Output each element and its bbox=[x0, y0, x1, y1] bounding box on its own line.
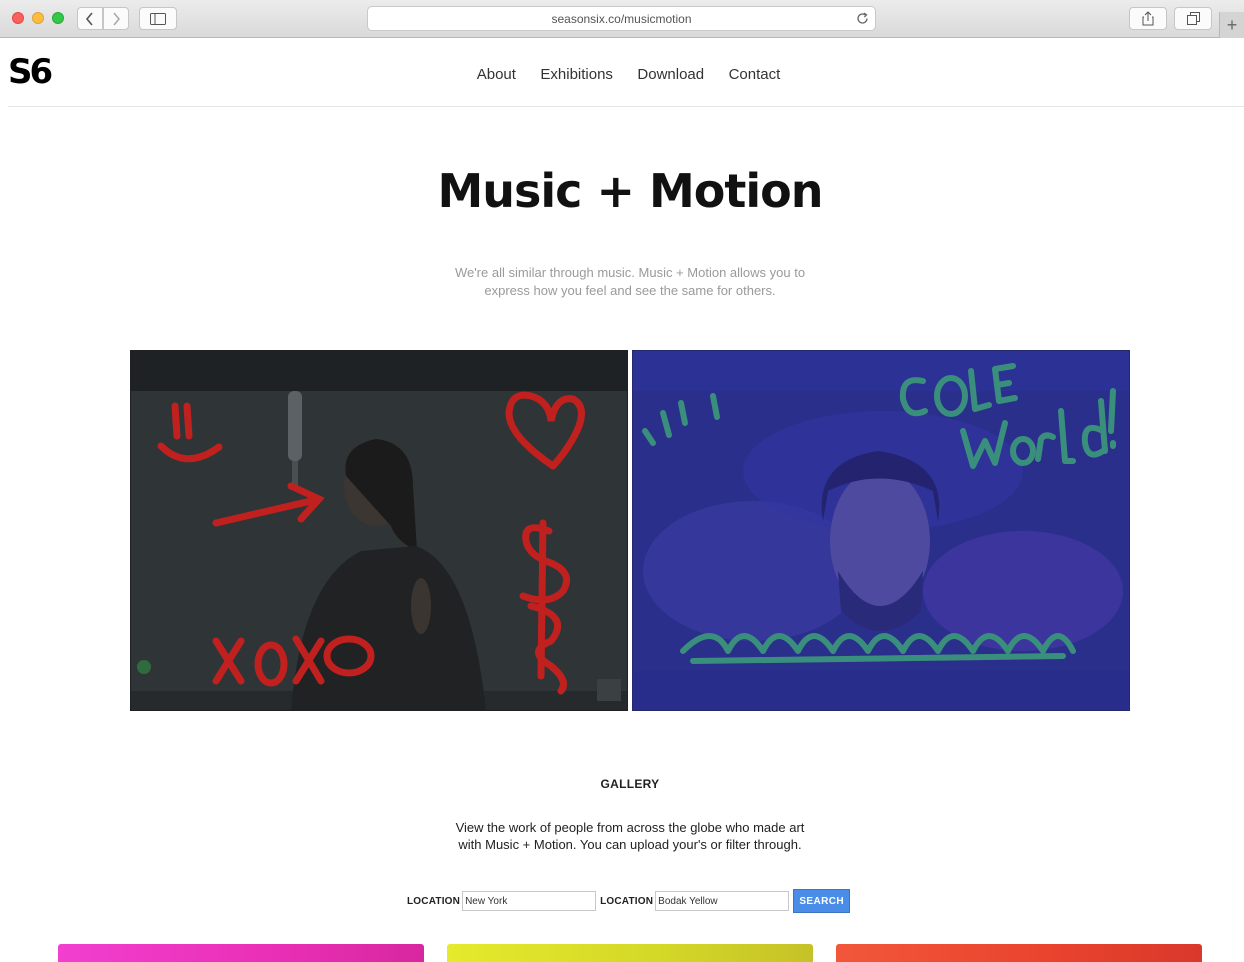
page-title: Music + Motion bbox=[437, 164, 824, 218]
nav-about[interactable]: About bbox=[477, 66, 516, 83]
gallery-card[interactable] bbox=[58, 944, 424, 962]
nav-exhibitions[interactable]: Exhibitions bbox=[540, 66, 613, 83]
song-filter-input[interactable] bbox=[655, 891, 790, 911]
subtitle-line-2: express how you feel and see the same fo… bbox=[484, 283, 776, 298]
artwork-2-doodles bbox=[633, 351, 1129, 710]
chevron-right-icon bbox=[113, 11, 121, 26]
address-bar[interactable]: seasonsix.co/musicmotion bbox=[367, 6, 876, 31]
tabs-icon bbox=[1186, 12, 1200, 25]
minimize-window-button[interactable] bbox=[32, 12, 44, 24]
share-icon bbox=[1142, 11, 1154, 26]
zoom-window-button[interactable] bbox=[52, 12, 64, 24]
gallery-card[interactable] bbox=[836, 944, 1202, 962]
location-filter-input[interactable] bbox=[462, 891, 597, 911]
page-subtitle: We're all similar through music. Music +… bbox=[430, 264, 830, 300]
sidebar-icon bbox=[150, 12, 166, 25]
nav-contact[interactable]: Contact bbox=[729, 66, 781, 83]
close-window-button[interactable] bbox=[12, 12, 24, 24]
share-button[interactable] bbox=[1129, 7, 1167, 30]
tabs-overview-button[interactable] bbox=[1174, 7, 1212, 30]
new-tab-button[interactable]: + bbox=[1219, 12, 1244, 38]
filter-song-label: LOCATION bbox=[600, 895, 654, 907]
subtitle-line-1: We're all similar through music. Music +… bbox=[454, 265, 806, 280]
search-button[interactable]: SEARCH bbox=[793, 889, 851, 913]
header-divider bbox=[8, 106, 1244, 107]
gallery-heading: GALLERY bbox=[600, 777, 660, 791]
sidebar-toggle-button[interactable] bbox=[139, 7, 177, 30]
gallery-text-line-2: with Music + Motion. You can upload your… bbox=[458, 837, 802, 852]
gallery-description: View the work of people from across the … bbox=[420, 819, 840, 853]
gallery-card[interactable] bbox=[447, 944, 813, 962]
url-text: seasonsix.co/musicmotion bbox=[551, 11, 692, 26]
gallery-text-line-1: View the work of people from across the … bbox=[455, 820, 805, 835]
chevron-left-icon bbox=[85, 11, 93, 26]
filter-location-label: LOCATION bbox=[407, 895, 461, 907]
browser-toolbar: seasonsix.co/musicmotion + bbox=[0, 0, 1244, 38]
nav-download[interactable]: Download bbox=[637, 66, 704, 83]
forward-button[interactable] bbox=[103, 7, 129, 30]
main-nav: About Exhibitions Download Contact bbox=[0, 66, 1244, 84]
gallery-filters: LOCATION LOCATION SEARCH bbox=[407, 889, 851, 913]
artwork-video-1[interactable] bbox=[130, 350, 628, 711]
back-button[interactable] bbox=[77, 7, 103, 30]
reload-icon[interactable] bbox=[856, 12, 869, 25]
artwork-1-doodles bbox=[131, 351, 627, 710]
artwork-video-2[interactable] bbox=[632, 350, 1130, 711]
